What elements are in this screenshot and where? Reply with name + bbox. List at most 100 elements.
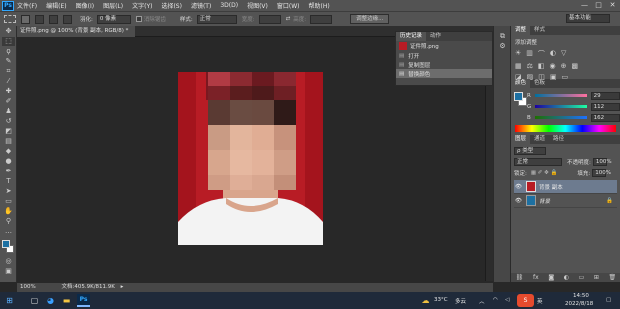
style-select[interactable]: 正常: [196, 14, 237, 24]
menu-select[interactable]: 选择(S): [161, 1, 182, 10]
weather-temperature[interactable]: 33°C: [434, 297, 448, 303]
red-value[interactable]: 29: [590, 91, 620, 100]
marquee-tool-icon[interactable]: ⬚: [2, 37, 15, 46]
lock-icons[interactable]: ▦ ✐ ✥ 🔒: [531, 170, 558, 176]
blur-tool-icon[interactable]: ◆: [2, 147, 15, 156]
network-icon[interactable]: ◠: [493, 297, 498, 303]
document-tab[interactable]: 证件照.png @ 100% (背景 副本, RGB/8) *: [17, 26, 135, 37]
portrait-photo[interactable]: [178, 72, 323, 245]
menu-filter[interactable]: 滤镜(T): [191, 1, 211, 10]
opacity-input[interactable]: 100%: [592, 158, 612, 166]
tab-channels[interactable]: 通道: [530, 135, 549, 144]
menu-help[interactable]: 帮助(H): [309, 1, 330, 10]
add-selection-icon[interactable]: [35, 14, 44, 24]
curves-icon[interactable]: ⌒: [538, 49, 545, 59]
menu-3d[interactable]: 3D(D): [220, 2, 238, 9]
weather-description[interactable]: 多云: [455, 297, 466, 305]
screen-mode-icon[interactable]: ▣: [2, 267, 15, 276]
history-item-selected[interactable]: ▤ 替换颜色: [396, 69, 492, 78]
tab-color[interactable]: 颜色: [511, 79, 531, 88]
marquee-tool-preset-icon[interactable]: [4, 15, 16, 23]
brush-tool-icon[interactable]: ✐: [2, 97, 15, 106]
quick-mask-icon[interactable]: ◎: [2, 257, 15, 266]
more-tools-icon[interactable]: …: [2, 227, 15, 236]
layer-row-selected[interactable]: 👁 背景 副本: [514, 180, 617, 194]
menu-file[interactable]: 文件(F): [17, 1, 37, 10]
intersect-selection-icon[interactable]: [63, 14, 72, 24]
edge-browser-icon[interactable]: ◕: [44, 294, 57, 307]
shape-tool-icon[interactable]: ▭: [2, 197, 15, 206]
color-swatches[interactable]: [0, 238, 16, 256]
channel-mixer-icon[interactable]: ⊕: [561, 62, 567, 70]
healing-brush-tool-icon[interactable]: ✚: [2, 87, 15, 96]
tab-layers[interactable]: 图层: [511, 135, 531, 144]
brightness-icon[interactable]: ☀: [515, 49, 521, 59]
color-spectrum-bar[interactable]: [515, 125, 616, 132]
move-tool-icon[interactable]: ✥: [2, 27, 15, 36]
photo-filter-icon[interactable]: ◉: [550, 62, 556, 70]
antialias-checkbox[interactable]: [135, 16, 142, 22]
new-group-icon[interactable]: ▭: [579, 274, 585, 281]
crop-tool-icon[interactable]: ⌗: [2, 67, 15, 76]
history-brush-tool-icon[interactable]: ↺: [2, 117, 15, 126]
red-slider[interactable]: [534, 94, 587, 97]
close-button[interactable]: ✕: [606, 0, 619, 11]
subtract-selection-icon[interactable]: [49, 14, 58, 24]
link-layers-icon[interactable]: ⛓: [516, 274, 524, 281]
history-snapshot[interactable]: 证件照.png: [396, 41, 492, 51]
tab-history[interactable]: 历史记录: [396, 32, 427, 41]
history-item[interactable]: ▤ 复制图层: [396, 60, 492, 69]
width-input[interactable]: [258, 14, 281, 24]
feather-input[interactable]: 0 像素: [96, 14, 131, 24]
dodge-tool-icon[interactable]: ●: [2, 157, 15, 166]
green-slider[interactable]: [534, 105, 587, 108]
tab-adjustments[interactable]: 调整: [511, 26, 531, 35]
tab-paths[interactable]: 路径: [549, 135, 568, 144]
properties-panel-icon[interactable]: ⚙: [496, 42, 509, 51]
delete-layer-icon[interactable]: 🗑: [609, 274, 617, 281]
ime-language[interactable]: 英: [537, 297, 543, 305]
volume-icon[interactable]: ◁: [505, 297, 509, 303]
status-arrow-icon[interactable]: ▸: [121, 284, 124, 290]
tab-styles[interactable]: 样式: [530, 26, 549, 35]
task-view-icon[interactable]: ▢: [28, 294, 41, 307]
layer-name[interactable]: 背景: [539, 197, 550, 205]
blend-mode-select[interactable]: 正常: [514, 158, 562, 166]
exposure-icon[interactable]: ◐: [550, 49, 556, 59]
eyedropper-tool-icon[interactable]: ⁄: [2, 77, 15, 86]
lasso-tool-icon[interactable]: ϙ: [2, 47, 15, 56]
windows-start-icon[interactable]: ⊞: [3, 294, 16, 307]
history-item[interactable]: ▤ 打开: [396, 51, 492, 60]
sogou-ime-icon[interactable]: S: [517, 294, 534, 307]
tray-expand-icon[interactable]: ︿: [479, 297, 485, 305]
levels-icon[interactable]: ▥: [526, 49, 533, 59]
menu-layer[interactable]: 图层(L): [103, 1, 123, 10]
pen-tool-icon[interactable]: ✒: [2, 167, 15, 176]
swap-icon[interactable]: ⇄: [286, 16, 291, 22]
visibility-eye-icon[interactable]: 👁: [514, 184, 523, 190]
color-balance-icon[interactable]: ⚖: [527, 62, 533, 70]
fill-input[interactable]: 100%: [592, 169, 611, 177]
color-panel-foreground-swatch[interactable]: [514, 92, 523, 101]
weather-icon[interactable]: ☁: [419, 294, 432, 307]
layer-row[interactable]: 👁 背景 🔒: [514, 194, 617, 208]
foreground-color-swatch[interactable]: [2, 240, 10, 248]
new-adjustment-layer-icon[interactable]: ◐: [564, 274, 569, 281]
layer-style-icon[interactable]: fx: [533, 274, 539, 281]
refine-edge-button[interactable]: 调整边缘...: [350, 14, 390, 24]
gradient-tool-icon[interactable]: ▤: [2, 137, 15, 146]
type-tool-icon[interactable]: T: [2, 177, 15, 186]
layer-name[interactable]: 背景 副本: [539, 183, 563, 191]
hand-tool-icon[interactable]: ✋: [2, 207, 15, 216]
color-lookup-icon[interactable]: ▩: [572, 62, 579, 70]
visibility-eye-icon[interactable]: 👁: [514, 198, 523, 204]
add-mask-icon[interactable]: ◙: [548, 274, 554, 281]
menu-type[interactable]: 文字(Y): [132, 1, 152, 10]
maximize-button[interactable]: □: [592, 0, 605, 11]
minimize-button[interactable]: —: [578, 0, 591, 11]
menu-view[interactable]: 视图(V): [247, 1, 268, 10]
clock-time[interactable]: 14:50: [573, 293, 589, 299]
zoom-tool-icon[interactable]: ⚲: [2, 217, 15, 226]
workspace-select[interactable]: 基本功能: [566, 14, 610, 23]
selective-color-icon[interactable]: ▣: [550, 73, 557, 81]
